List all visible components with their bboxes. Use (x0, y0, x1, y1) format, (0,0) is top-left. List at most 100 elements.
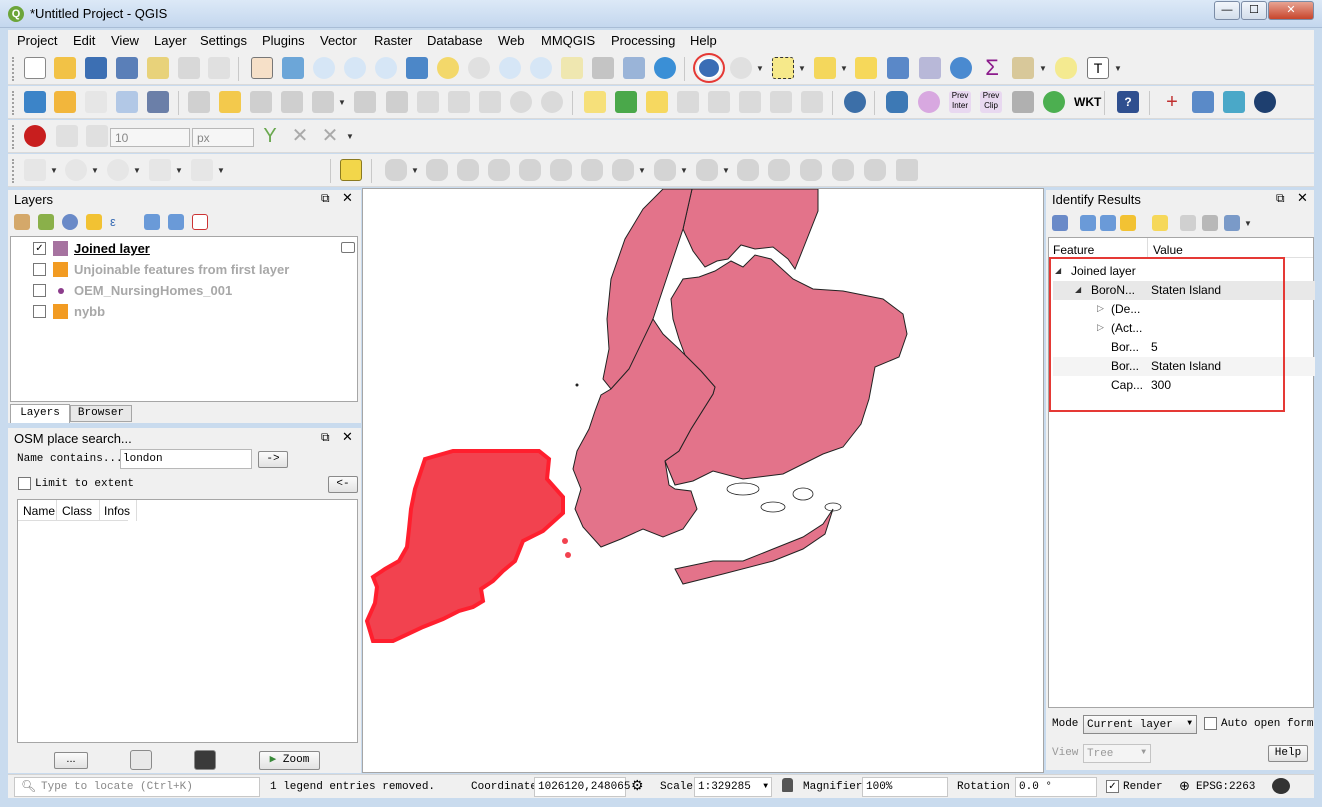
coordinate-capture-icon[interactable]: + (1161, 91, 1183, 113)
locator-box[interactable]: 🔍︎ Type to locate (Ctrl+K) (14, 777, 260, 797)
pin-labels-icon[interactable] (677, 91, 699, 113)
avoid-intersections-icon[interactable]: ✕ (289, 125, 311, 147)
crs-label[interactable]: EPSG:2263 (1196, 781, 1255, 793)
add-part-icon[interactable] (488, 159, 510, 181)
text-annotation-icon[interactable]: T (1087, 57, 1109, 79)
change-label-icon[interactable] (801, 91, 823, 113)
magnifier-input[interactable]: 100% (862, 777, 948, 797)
more-button[interactable]: ... (54, 752, 88, 769)
open-project-icon[interactable] (54, 57, 76, 79)
zoom-to-selection-icon[interactable] (437, 57, 459, 79)
menu-plugins[interactable]: Plugins (262, 33, 305, 48)
float-panel-icon[interactable]: ⧉ (321, 191, 330, 206)
copy-feature-icon[interactable] (1180, 215, 1196, 231)
lock-scale-icon[interactable] (782, 778, 793, 792)
limit-extent-checkbox[interactable] (18, 477, 31, 490)
merge-attributes-icon[interactable] (768, 159, 790, 181)
map-canvas[interactable] (362, 188, 1044, 773)
layer-name-nursing[interactable]: OEM_NursingHomes_001 (74, 283, 232, 298)
borough-staten-island-selected[interactable] (364, 449, 565, 643)
clear-results-icon[interactable] (1152, 215, 1168, 231)
manage-visibility-icon[interactable] (62, 214, 78, 230)
zoom-button[interactable]: ▶ Zoom (259, 751, 320, 770)
diagram-options-icon[interactable] (615, 91, 637, 113)
menu-view[interactable]: View (111, 33, 139, 48)
expand-all-icon[interactable] (1080, 215, 1096, 231)
menu-project[interactable]: Project (17, 33, 57, 48)
scale-select[interactable]: 1:329285 ▼ (694, 777, 772, 797)
highlight-pinned-labels-icon[interactable] (646, 91, 668, 113)
pan-to-selection-icon[interactable] (282, 57, 304, 79)
modify-attributes-icon[interactable] (354, 91, 376, 113)
current-edits-icon[interactable] (188, 91, 210, 113)
menu-database[interactable]: Database (427, 33, 483, 48)
messages-icon[interactable] (1272, 778, 1290, 794)
prev-clip-icon[interactable]: Prev Clip (980, 91, 1002, 113)
attribute-table-icon[interactable] (887, 57, 909, 79)
print-results-icon[interactable] (1202, 215, 1218, 231)
layer-name-nybb[interactable]: nybb (74, 304, 105, 319)
locate-icon[interactable] (130, 750, 152, 770)
zoom-out-icon[interactable] (344, 57, 366, 79)
zoom-in-icon[interactable] (313, 57, 335, 79)
menu-layer[interactable]: Layer (154, 33, 187, 48)
composer-manager-icon[interactable] (178, 57, 200, 79)
expand-all-icon[interactable] (144, 214, 160, 230)
tab-browser[interactable]: Browser (70, 405, 132, 422)
edit-j-icon[interactable] (864, 159, 886, 181)
fill-ring-icon[interactable] (519, 159, 541, 181)
col-value[interactable]: Value (1153, 243, 1183, 257)
identify-settings-icon[interactable] (1224, 215, 1240, 231)
save-as-icon[interactable] (116, 57, 138, 79)
label-tool-icon[interactable] (584, 91, 606, 113)
crs-globe-icon[interactable]: ⊕ (1179, 778, 1190, 794)
add-ring-icon[interactable] (24, 159, 46, 181)
auto-open-form-checkbox[interactable] (1204, 717, 1217, 730)
georeferencer-icon[interactable] (844, 91, 866, 113)
layer-checkbox-nursing[interactable] (33, 284, 46, 297)
wkt-icon[interactable]: WKT (1074, 91, 1101, 113)
zoom-full-icon[interactable] (406, 57, 428, 79)
add-circle-icon[interactable] (65, 159, 87, 181)
topology-checker-icon[interactable] (1223, 91, 1245, 113)
close-panel-icon[interactable]: ✕ (1297, 190, 1308, 206)
add-raster-layer-icon[interactable] (54, 91, 76, 113)
open-styling-icon[interactable] (14, 214, 30, 230)
merge-features-icon[interactable] (737, 159, 759, 181)
close-window-button[interactable]: ✕ (1268, 1, 1314, 20)
float-panel-icon[interactable]: ⧉ (1276, 191, 1285, 206)
expand-tree-icon[interactable] (1052, 215, 1068, 231)
coordinate-input[interactable]: 1026120,248065 (534, 777, 630, 797)
save-project-icon[interactable] (85, 57, 107, 79)
delete-ring-icon[interactable] (550, 159, 572, 181)
move-label-icon[interactable] (739, 91, 761, 113)
borough-bronx[interactable] (682, 189, 819, 271)
snap-unit-select[interactable]: px (192, 128, 254, 147)
snap-tolerance-input[interactable]: 10 (110, 128, 190, 147)
map-tips-icon[interactable] (1055, 57, 1077, 79)
plugin-circle-icon[interactable] (918, 91, 940, 113)
redo-icon[interactable] (541, 91, 563, 113)
pan-icon[interactable] (251, 57, 273, 79)
menu-help[interactable]: Help (690, 33, 717, 48)
maximize-button[interactable]: ☐ (1241, 1, 1267, 20)
snap-segment-icon[interactable] (86, 125, 108, 147)
view-select[interactable]: Tree ▼ (1083, 744, 1151, 763)
move-feature-icon[interactable] (385, 159, 407, 181)
show-hide-labels-icon[interactable] (708, 91, 730, 113)
close-panel-icon[interactable]: ✕ (342, 429, 353, 445)
rotate-feature-icon[interactable] (426, 159, 448, 181)
add-ellipse-icon[interactable] (107, 159, 129, 181)
toggle-extents-icon[interactable]: ⚙ (631, 777, 644, 794)
borough-queens[interactable] (664, 254, 908, 486)
minimize-button[interactable]: — (1214, 1, 1240, 20)
col-class[interactable]: Class (62, 504, 92, 518)
heatmap-icon[interactable] (1254, 91, 1276, 113)
layer-checkbox-nybb[interactable] (33, 305, 46, 318)
zoom-last-icon[interactable] (499, 57, 521, 79)
filter-legend-icon[interactable] (86, 214, 102, 230)
layer-name-unjoinable[interactable]: Unjoinable features from first layer (74, 262, 289, 277)
add-postgis-icon[interactable] (116, 91, 138, 113)
rockaway-peninsula[interactable] (674, 508, 834, 585)
delete-selected-icon[interactable] (386, 91, 408, 113)
